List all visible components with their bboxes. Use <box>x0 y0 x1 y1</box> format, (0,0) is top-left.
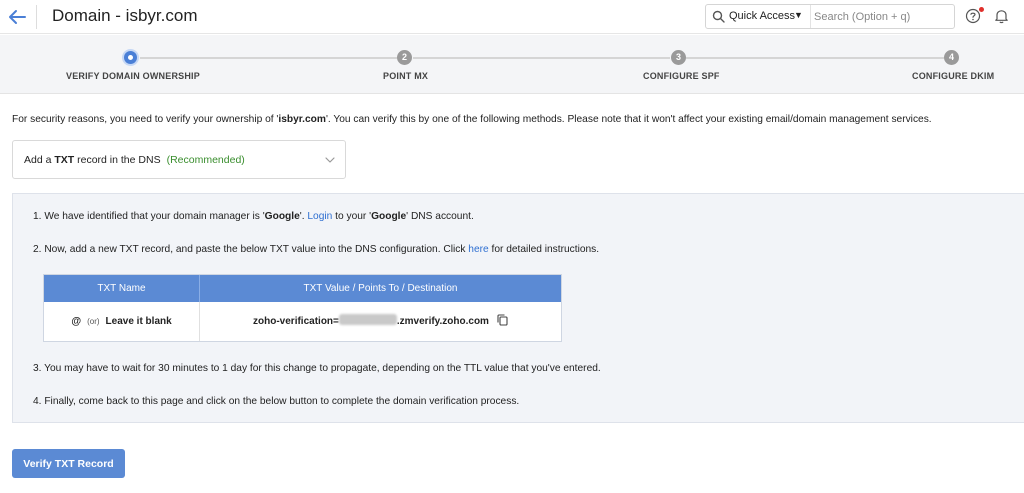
page-title: Domain - isbyr.com <box>52 6 198 25</box>
txt-name-header: TXT Name <box>44 275 200 302</box>
txt-value-cell: zoho-verification= .zmverify.zoho.com <box>200 302 561 341</box>
chevron-down-icon <box>325 155 335 163</box>
txt-record-table: TXT Name TXT Value / Points To / Destina… <box>43 274 562 342</box>
instruction-step-1: 1. We have identified that your domain m… <box>33 211 474 222</box>
back-arrow-icon[interactable] <box>6 7 28 27</box>
search-input[interactable] <box>814 7 952 26</box>
search-box: Quick Access ▼ <box>705 4 955 29</box>
step-connector <box>140 57 397 59</box>
setup-stepper: VERIFY DOMAIN OWNERSHIP 2 POINT MX 3 CON… <box>0 35 1024 94</box>
txt-name-cell: @ (or) Leave it blank <box>44 302 200 341</box>
step-3-label: CONFIGURE SPF <box>643 71 720 81</box>
txt-value-header: TXT Value / Points To / Destination <box>200 275 561 302</box>
step-2-indicator: 2 <box>397 50 412 65</box>
step-connector <box>686 57 944 59</box>
step-1-indicator <box>122 49 139 66</box>
caret-down-icon: ▼ <box>794 10 803 20</box>
quick-access-label: Quick Access <box>729 10 796 22</box>
bell-icon[interactable] <box>994 8 1009 24</box>
step-4-label: CONFIGURE DKIM <box>912 71 995 81</box>
verification-method-value: Add a TXT record in the DNS (Recommended) <box>24 154 245 166</box>
instruction-step-3: 3. You may have to wait for 30 minutes t… <box>33 363 601 374</box>
verify-txt-record-button[interactable]: Verify TXT Record <box>12 449 125 478</box>
header-divider <box>36 5 37 29</box>
search-icon <box>712 10 725 23</box>
step-3-indicator: 3 <box>671 50 686 65</box>
instructions-here-link[interactable]: here <box>468 244 488 255</box>
step-2-label: POINT MX <box>383 71 429 81</box>
domain-name: isbyr.com <box>278 114 326 125</box>
step-connector <box>413 57 670 59</box>
instruction-step-2: 2. Now, add a new TXT record, and paste … <box>33 244 600 255</box>
top-header: Domain - isbyr.com Quick Access ▼ <box>0 0 1024 34</box>
copy-icon[interactable] <box>497 304 508 326</box>
login-link[interactable]: Login <box>307 211 332 222</box>
quick-access-dropdown[interactable]: Quick Access ▼ <box>706 5 811 28</box>
notification-dot <box>979 7 984 12</box>
redacted-value <box>338 314 397 325</box>
recommended-badge: (Recommended) <box>166 154 245 166</box>
instruction-step-4: 4. Finally, come back to this page and c… <box>33 396 520 407</box>
instructions-panel: 1. We have identified that your domain m… <box>12 193 1024 423</box>
verification-method-select[interactable]: Add a TXT record in the DNS (Recommended) <box>12 140 346 179</box>
intro-text: For security reasons, you need to verify… <box>12 114 932 125</box>
step-4-indicator: 4 <box>944 50 959 65</box>
step-1-label: VERIFY DOMAIN OWNERSHIP <box>66 71 200 81</box>
